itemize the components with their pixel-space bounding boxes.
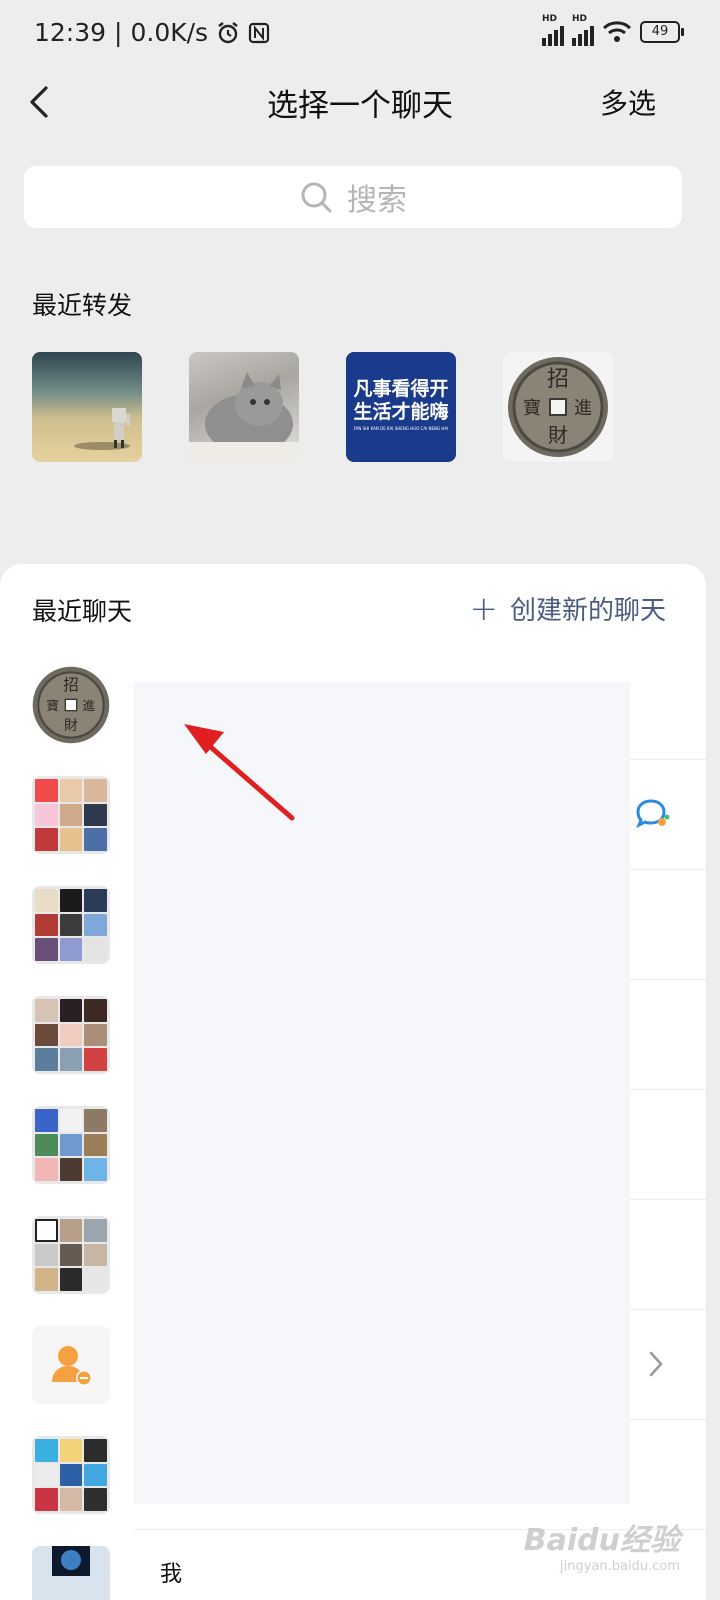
coin-char: 招 [63, 676, 79, 694]
alarm-icon [218, 21, 238, 43]
coin-char: 進 [574, 398, 592, 419]
search-icon [301, 182, 332, 213]
nfc-icon [248, 22, 270, 43]
group-avatar [32, 776, 110, 854]
coin-char: 寶 [46, 698, 59, 714]
plus-icon: + [469, 588, 498, 629]
hd-label: HD [542, 14, 558, 24]
status-bar: 12:39 | 0.0K/s HD HD 49 [0, 0, 720, 70]
recent-forward-list: 凡事看得开 生活才能嗨 FAN SHI KAN DE KAI SHENG HUO… [32, 352, 613, 462]
coin-char: 招 [547, 367, 569, 392]
status-left: 12:39 | 0.0K/s [34, 18, 270, 47]
watermark-main: Baidu经验 [523, 1523, 680, 1558]
avatar [32, 1546, 110, 1600]
status-time: 12:39 [34, 18, 107, 47]
recent-chat-title: 最近聊天 [32, 597, 133, 626]
coin-char: 財 [548, 423, 568, 447]
recent-forward-title: 最近转发 [32, 291, 133, 320]
poster-line-1: 凡事看得开 [353, 378, 449, 400]
robot-avatar-image [74, 408, 130, 450]
planet-avatar-image [52, 1546, 90, 1576]
group-avatar [32, 1436, 110, 1514]
network-speed: 0.0K/s [130, 18, 209, 47]
coin-char: 進 [82, 699, 95, 714]
group-avatar [32, 1106, 110, 1184]
create-new-chat-label: 创建新的聊天 [509, 596, 666, 626]
header: 选择一个聊天 多选 [0, 70, 720, 130]
annotation-arrow-icon [184, 724, 295, 821]
chat-name-partial: 我 [160, 1562, 183, 1587]
recent-forward-item[interactable]: 凡事看得开 生活才能嗨 FAN SHI KAN DE KAI SHENG HUO… [346, 352, 456, 462]
recent-forward-item[interactable] [189, 352, 299, 462]
coin-avatar-image: 招 進 財 寶 [508, 357, 608, 457]
coin-char: 寶 [523, 398, 541, 419]
poster-line-2: 生活才能嗨 [353, 401, 449, 423]
avatar: 招 進 財 寶 [32, 666, 110, 744]
recent-forward-item[interactable]: 招 進 財 寶 [503, 352, 613, 462]
status-right: HD HD 49 [542, 14, 684, 46]
watermark-sub: jingyan.baidu.com [560, 1559, 680, 1574]
group-chats-icon [52, 1346, 92, 1386]
search-placeholder: 搜索 [347, 183, 407, 218]
signal-icon: HD [542, 14, 564, 46]
wifi-icon [602, 21, 632, 42]
battery-icon: 49 [640, 21, 684, 43]
poster-subtitle: FAN SHI KAN DE KAI SHENG HUO CAI NENG HA… [353, 426, 449, 431]
group-avatar [32, 1216, 110, 1294]
create-new-chat-button[interactable]: + 创建新的聊天 [469, 590, 666, 627]
multi-select-button[interactable]: 多选 [600, 82, 656, 122]
signal-icon: HD [572, 14, 594, 46]
watermark: Baidu经验 jingyan.baidu.com [524, 1515, 680, 1574]
recent-forward-item[interactable] [32, 352, 142, 462]
status-divider: | [114, 18, 123, 47]
group-avatar [32, 1326, 110, 1404]
coin-char: 財 [64, 718, 78, 734]
group-avatar [32, 886, 110, 964]
group-avatar [32, 996, 110, 1074]
chat-bubble-icon [636, 799, 670, 829]
chevron-right-icon [649, 1351, 663, 1377]
cat-avatar-image [189, 372, 299, 462]
hd-label: HD [572, 14, 588, 24]
search-input[interactable]: 搜索 [24, 166, 682, 228]
coin-avatar-image: 招 進 財 寶 [32, 666, 110, 744]
